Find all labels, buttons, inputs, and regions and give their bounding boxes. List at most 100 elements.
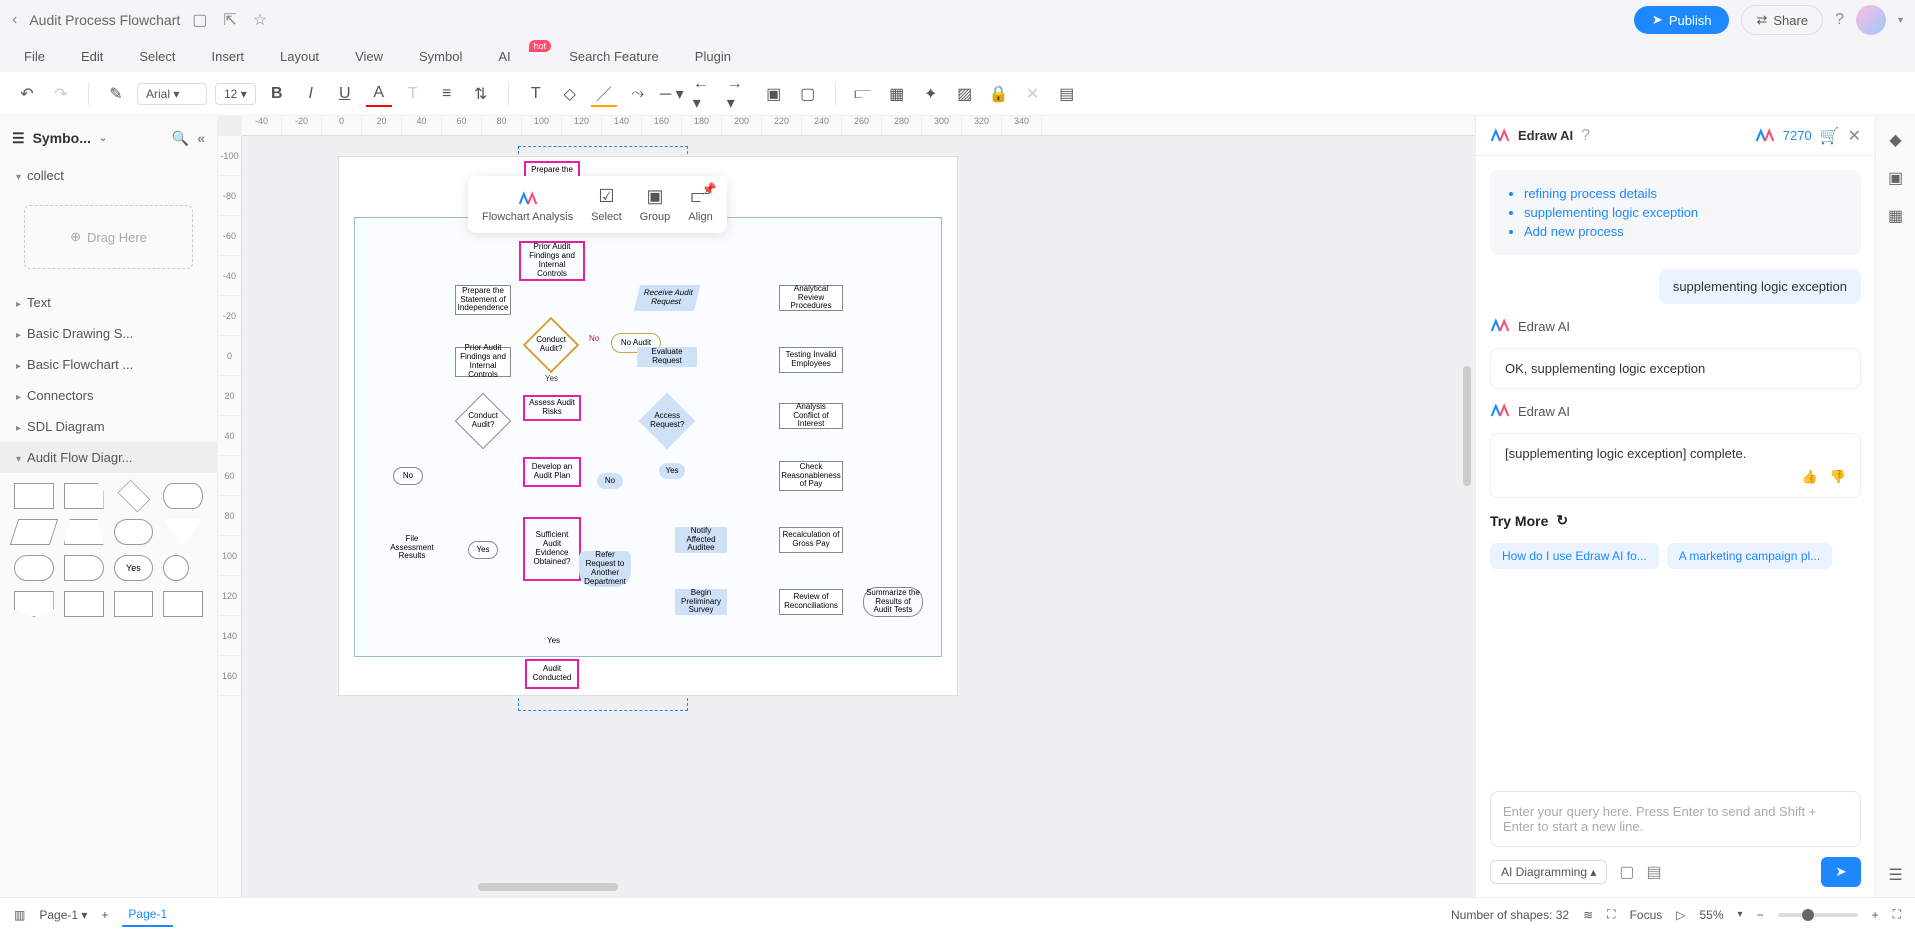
pages-icon[interactable]: ▥ <box>14 908 25 922</box>
shape-fold[interactable] <box>64 483 104 509</box>
connector-icon[interactable]: ⤳ <box>625 81 651 107</box>
canvas-page[interactable]: PROCESS FLOWCHART Prepare the Prior Audi… <box>338 156 958 696</box>
shape-triangle[interactable] <box>163 519 203 545</box>
layers-icon[interactable]: ≋ <box>1583 908 1593 922</box>
text-effect-icon[interactable]: T <box>400 81 426 107</box>
category-connectors[interactable]: Connectors <box>0 380 217 411</box>
node-notify[interactable]: Notify Affected Auditee <box>675 527 727 553</box>
search-icon[interactable]: 🔍 <box>172 130 189 147</box>
node-invalid-emp[interactable]: Testing Invalid Employees <box>779 347 843 373</box>
shape-doc[interactable] <box>64 591 104 617</box>
group-button[interactable]: ▣Group <box>640 186 671 223</box>
node-prior-audit2[interactable]: Prior Audit Findings and Internal Contro… <box>455 347 511 377</box>
line-style-icon[interactable]: ─ ▾ <box>659 81 685 107</box>
undo-icon[interactable]: ↶ <box>14 81 40 107</box>
apps-icon[interactable]: ▦ <box>1888 206 1903 226</box>
user-dropdown-icon[interactable]: ▾ <box>1898 15 1903 26</box>
shape-pill2[interactable] <box>14 555 54 581</box>
bold-icon[interactable]: B <box>264 81 290 107</box>
menu-view[interactable]: View <box>355 49 383 64</box>
redo-icon[interactable]: ↷ <box>48 81 74 107</box>
fullscreen-icon[interactable]: ⛶ <box>1893 907 1901 922</box>
line-spacing-icon[interactable]: ⇅ <box>468 81 494 107</box>
line-color-icon[interactable]: ／ <box>591 81 617 107</box>
node-prior-audit[interactable]: Prior Audit Findings and Internal Contro… <box>519 241 585 281</box>
cart-icon[interactable]: 🛒 <box>1820 126 1840 146</box>
menu-select[interactable]: Select <box>139 49 175 64</box>
menu-symbol[interactable]: Symbol <box>419 49 462 64</box>
category-basic-flowchart[interactable]: Basic Flowchart ... <box>0 349 217 380</box>
behind-icon[interactable]: ▣ <box>761 81 787 107</box>
node-assess-risks[interactable]: Assess Audit Risks <box>523 395 581 421</box>
avatar[interactable] <box>1856 5 1886 35</box>
attach-icon[interactable]: ▢ <box>1619 862 1634 882</box>
drag-here-zone[interactable]: ⊕Drag Here <box>24 205 193 269</box>
node-check-pay[interactable]: Check Reasonableness of Pay <box>779 461 843 491</box>
shape-lens[interactable] <box>163 483 203 509</box>
select-button[interactable]: ☑Select <box>591 186 622 223</box>
focus-frame-icon[interactable]: ⛶ <box>1607 907 1615 922</box>
edit-shape-icon[interactable]: ▨ <box>952 81 978 107</box>
fill-icon[interactable]: ◇ <box>557 81 583 107</box>
category-sdl[interactable]: SDL Diagram <box>0 411 217 442</box>
category-text[interactable]: Text <box>0 287 217 318</box>
node-evaluate[interactable]: Evaluate Request <box>637 347 697 367</box>
menu-ai[interactable]: AIhot <box>498 49 533 64</box>
suggestion-item[interactable]: Add new process <box>1524 224 1845 239</box>
shape-stack2[interactable] <box>163 591 203 617</box>
node-yes-small[interactable]: Yes <box>659 463 685 479</box>
shape-pentagon[interactable] <box>14 591 54 617</box>
shape-diamond[interactable] <box>117 480 150 513</box>
node-audit-conducted[interactable]: Audit Conducted <box>525 659 579 689</box>
flowchart-analysis-button[interactable]: Flowchart Analysis <box>482 191 573 223</box>
add-panel-icon[interactable]: ▣ <box>1888 168 1903 188</box>
align-text-icon[interactable]: ≡ <box>434 81 460 107</box>
italic-icon[interactable]: I <box>298 81 324 107</box>
insert-icon[interactable]: ▤ <box>1647 862 1662 882</box>
shape-circle[interactable] <box>163 555 189 581</box>
shape-stack[interactable] <box>114 591 154 617</box>
share-button[interactable]: ⇄Share <box>1741 5 1823 35</box>
ai-help-icon[interactable]: ? <box>1581 127 1590 145</box>
node-analytical[interactable]: Analytical Review Procedures <box>779 285 843 311</box>
prompt-chip[interactable]: How do I use Edraw AI fo... <box>1490 543 1659 569</box>
group-icon[interactable]: ▦ <box>884 81 910 107</box>
underline-icon[interactable]: U <box>332 81 358 107</box>
pin-icon[interactable]: 📌 <box>702 182 717 196</box>
fill-bucket-icon[interactable]: ◆ <box>1889 130 1901 150</box>
menu-edit[interactable]: Edit <box>81 49 103 64</box>
format-painter-icon[interactable]: ✎ <box>103 81 129 107</box>
node-sufficient[interactable]: Sufficient Audit Evidence Obtained? <box>523 517 581 581</box>
close-panel-icon[interactable]: ✕ <box>1848 126 1861 146</box>
text-insert-icon[interactable]: T <box>523 81 549 107</box>
lock-icon[interactable]: 🔒 <box>986 81 1012 107</box>
font-size-select[interactable]: 12 ▾ <box>215 83 256 105</box>
node-develop-plan[interactable]: Develop an Audit Plan <box>523 457 581 487</box>
thumbs-down-icon[interactable]: 👎 <box>1830 469 1846 485</box>
zoom-slider[interactable] <box>1778 913 1858 917</box>
menu-layout[interactable]: Layout <box>280 49 319 64</box>
back-button[interactable]: ‹ <box>12 11 17 29</box>
menu-plugin[interactable]: Plugin <box>695 49 731 64</box>
shape-trapezoid[interactable] <box>64 519 104 545</box>
node-refer[interactable]: Refer Request to Another Department <box>579 551 631 587</box>
suggestion-item[interactable]: supplementing logic exception <box>1524 205 1845 220</box>
node-conflict[interactable]: Analysis Conflict of Interest <box>779 403 843 429</box>
node-survey[interactable]: Begin Preliminary Survey <box>675 589 727 615</box>
arrow-start-icon[interactable]: ← ▾ <box>693 81 719 107</box>
collapse-sidebar-icon[interactable]: « <box>197 130 205 146</box>
node-no-small[interactable]: No <box>597 473 623 489</box>
menu-search-feature[interactable]: Search Feature <box>569 49 659 64</box>
font-color-icon[interactable]: A <box>366 81 392 107</box>
canvas-scrollbar-h[interactable] <box>478 883 618 891</box>
publish-button[interactable]: ➤Publish <box>1634 6 1730 34</box>
effects-icon[interactable]: ✦ <box>918 81 944 107</box>
menu-icon[interactable]: ☰ <box>1888 865 1902 885</box>
ai-input[interactable]: Enter your query here. Press Enter to se… <box>1490 791 1861 847</box>
node-independence[interactable]: Prepare the Statement of Independence <box>455 285 511 315</box>
category-collect[interactable]: collect <box>0 160 217 191</box>
export-icon[interactable]: ⇱ <box>223 10 236 30</box>
shape-pill[interactable] <box>114 519 154 545</box>
node-no-oval[interactable]: No <box>393 467 423 485</box>
menu-file[interactable]: File <box>24 49 45 64</box>
